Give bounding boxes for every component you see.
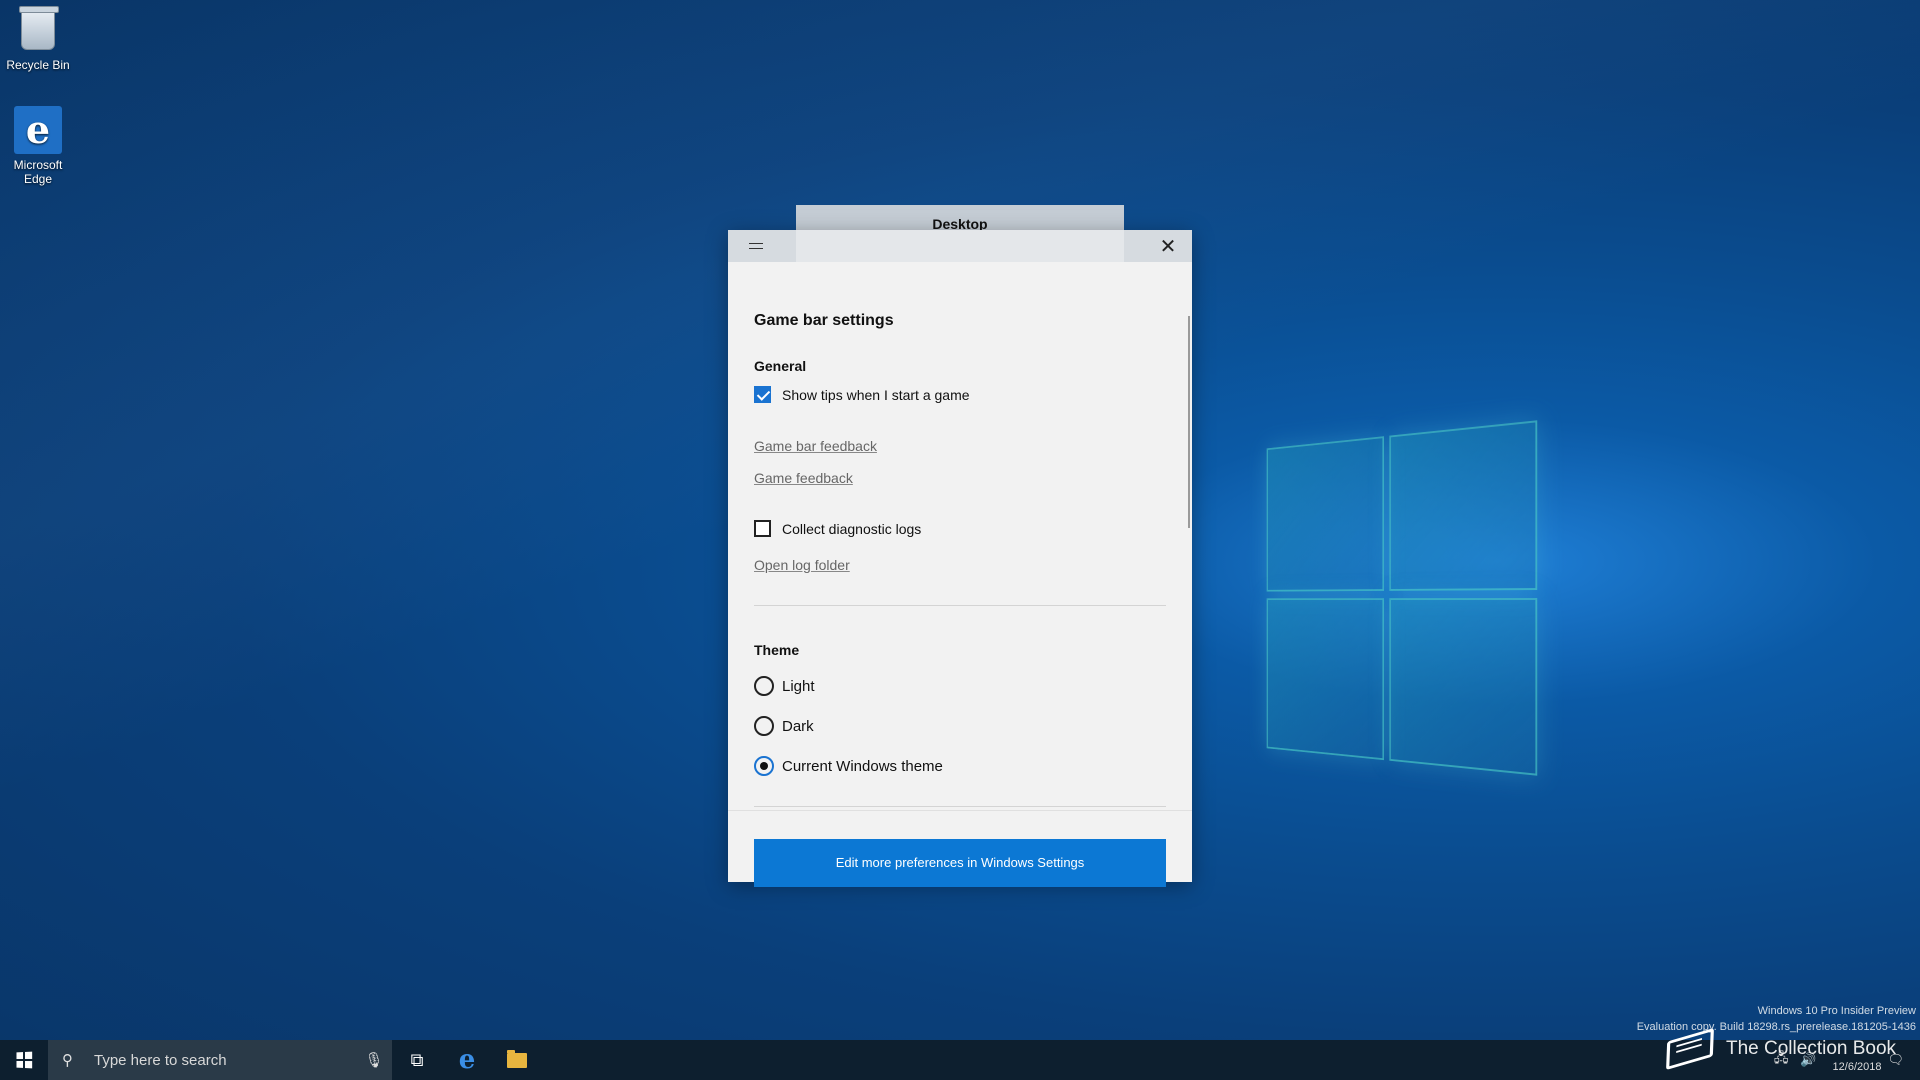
desktop-icon-label: Recycle Bin bbox=[0, 58, 76, 72]
edit-preferences-button[interactable]: Edit more preferences in Windows Setting… bbox=[754, 839, 1166, 887]
taskbar-file-explorer-button[interactable] bbox=[492, 1040, 542, 1080]
close-button[interactable]: ✕ bbox=[1150, 230, 1186, 262]
build-watermark: Windows 10 Pro Insider Preview Evaluatio… bbox=[1637, 1003, 1916, 1035]
settings-content: Game bar settings General Show tips when… bbox=[754, 262, 1166, 810]
show-tips-checkbox-row[interactable]: Show tips when I start a game bbox=[754, 386, 970, 403]
desktop-icon-recycle-bin[interactable]: Recycle Bin bbox=[0, 6, 76, 72]
start-button[interactable] bbox=[0, 1040, 48, 1080]
open-log-folder-link[interactable]: Open log folder bbox=[754, 557, 850, 573]
radio-light[interactable] bbox=[754, 676, 774, 696]
scrollbar[interactable] bbox=[1188, 316, 1190, 528]
taskbar-edge-button[interactable]: e bbox=[442, 1040, 492, 1080]
theme-option-label: Dark bbox=[782, 718, 814, 735]
show-tips-checkbox[interactable] bbox=[754, 386, 771, 403]
microphone-icon[interactable]: 🎙 bbox=[356, 1051, 392, 1069]
brand-text: The Collection Book bbox=[1726, 1038, 1896, 1060]
collect-logs-checkbox-row[interactable]: Collect diagnostic logs bbox=[754, 520, 921, 537]
brand-watermark: The Collection Book bbox=[1668, 1034, 1896, 1064]
desktop-icon-label: Microsoft Edge bbox=[8, 158, 68, 186]
task-view-icon: ⧉ bbox=[411, 1050, 424, 1071]
file-explorer-icon bbox=[507, 1053, 527, 1068]
radio-dark[interactable] bbox=[754, 716, 774, 736]
close-icon: ✕ bbox=[1160, 234, 1177, 258]
game-feedback-link[interactable]: Game feedback bbox=[754, 470, 853, 486]
title-bar: ✕ bbox=[728, 230, 1192, 262]
search-icon: ⚲ bbox=[62, 1051, 84, 1069]
windows-logo-wallpaper bbox=[1267, 420, 1540, 780]
task-view-button[interactable]: ⧉ bbox=[392, 1040, 442, 1080]
theme-option-current-windows[interactable]: Current Windows theme bbox=[754, 756, 943, 776]
watermark-line: Evaluation copy. Build 18298.rs_prerelea… bbox=[1637, 1019, 1916, 1035]
theme-option-dark[interactable]: Dark bbox=[754, 716, 814, 736]
recycle-bin-icon bbox=[14, 6, 62, 54]
footer: Edit more preferences in Windows Setting… bbox=[728, 810, 1192, 882]
game-bar-settings-window: ✕ Game bar settings General Show tips wh… bbox=[728, 230, 1192, 882]
divider bbox=[754, 806, 1166, 807]
collect-logs-label: Collect diagnostic logs bbox=[782, 521, 921, 537]
theme-option-light[interactable]: Light bbox=[754, 676, 815, 696]
edge-icon: e bbox=[14, 106, 62, 154]
radio-current-windows-theme[interactable] bbox=[754, 756, 774, 776]
section-heading-theme: Theme bbox=[754, 642, 799, 658]
desktop-icon-edge[interactable]: e Microsoft Edge bbox=[0, 106, 76, 186]
page-title: Game bar settings bbox=[754, 312, 894, 330]
collect-logs-checkbox[interactable] bbox=[754, 520, 771, 537]
theme-option-label: Current Windows theme bbox=[782, 758, 943, 775]
search-box[interactable]: ⚲ Type here to search 🎙 bbox=[48, 1040, 392, 1080]
show-tips-label: Show tips when I start a game bbox=[782, 387, 970, 403]
search-placeholder: Type here to search bbox=[94, 1052, 356, 1069]
book-icon bbox=[1666, 1028, 1714, 1070]
divider bbox=[754, 605, 1166, 606]
taskbar: ⚲ Type here to search 🎙 ⧉ e 🖧 🔊 12/6/201… bbox=[0, 1040, 1920, 1080]
theme-option-label: Light bbox=[782, 678, 815, 695]
hamburger-icon[interactable] bbox=[749, 243, 763, 249]
game-bar-feedback-link[interactable]: Game bar feedback bbox=[754, 438, 877, 454]
edge-icon: e bbox=[459, 1045, 476, 1075]
watermark-line: Windows 10 Pro Insider Preview bbox=[1637, 1003, 1916, 1019]
section-heading-general: General bbox=[754, 358, 806, 374]
windows-icon bbox=[16, 1052, 32, 1069]
